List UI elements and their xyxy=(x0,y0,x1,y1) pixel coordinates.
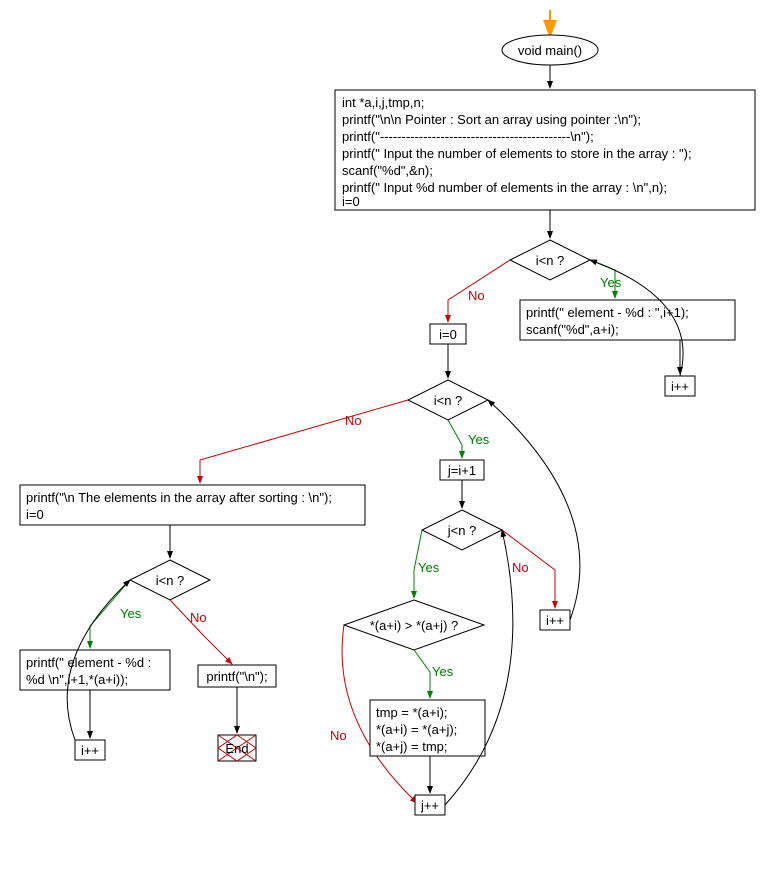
after-l2: i=0 xyxy=(26,507,44,522)
print-l2: %d \n",i+1,*(a+i)); xyxy=(26,672,128,687)
inc-i3-label: i++ xyxy=(81,743,99,758)
init-l4: printf(" Input the number of elements to… xyxy=(342,146,692,161)
after-l1: printf("\n The elements in the array aft… xyxy=(26,490,332,505)
init-l7: i=0 xyxy=(342,194,360,209)
cond3-yes: Yes xyxy=(418,560,440,575)
cond3-label: j<n ? xyxy=(447,523,477,538)
cond2-label: i<n ? xyxy=(434,393,463,408)
cond1-no: No xyxy=(468,288,485,303)
print-l1: printf(" element - %d : xyxy=(26,655,151,670)
swap-l2: *(a+i) = *(a+j); xyxy=(376,722,457,737)
reset-i-label: i=0 xyxy=(439,327,457,342)
init-l3: printf("--------------------------------… xyxy=(342,129,594,144)
cond4-no: No xyxy=(330,728,347,743)
inc-j-label: j++ xyxy=(420,798,439,813)
cond1-label: i<n ? xyxy=(536,253,565,268)
cond3-no: No xyxy=(512,560,529,575)
swap-l3: *(a+j) = tmp; xyxy=(376,739,448,754)
init-l1: int *a,i,j,tmp,n; xyxy=(342,95,424,110)
set-j-label: j=i+1 xyxy=(447,463,476,478)
cond5-label: i<n ? xyxy=(156,573,185,588)
end-label: End xyxy=(225,741,248,756)
cond2-no: No xyxy=(345,413,362,428)
read-l1: printf(" element - %d : ",i+1); xyxy=(526,305,689,320)
start-label: void main() xyxy=(518,43,582,58)
init-l2: printf("\n\n Pointer : Sort an array usi… xyxy=(342,112,641,127)
cond5-no: No xyxy=(190,610,207,625)
cond4-yes: Yes xyxy=(432,664,454,679)
init-l5: scanf("%d",&n); xyxy=(342,163,433,178)
cond4-label: *(a+i) > *(a+j) ? xyxy=(370,618,459,633)
read-l2: scanf("%d",a+i); xyxy=(526,322,619,337)
final-label: printf("\n"); xyxy=(206,669,267,684)
inc-i1-label: i++ xyxy=(671,379,689,394)
inc-i2-label: i++ xyxy=(546,613,564,628)
cond2-yes: Yes xyxy=(468,432,490,447)
cond5-yes: Yes xyxy=(120,606,142,621)
swap-l1: tmp = *(a+i); xyxy=(376,705,448,720)
flowchart: void main() int *a,i,j,tmp,n; printf("\n… xyxy=(0,0,765,873)
init-l6: printf(" Input %d number of elements in … xyxy=(342,180,667,195)
cond1-yes: Yes xyxy=(600,275,622,290)
